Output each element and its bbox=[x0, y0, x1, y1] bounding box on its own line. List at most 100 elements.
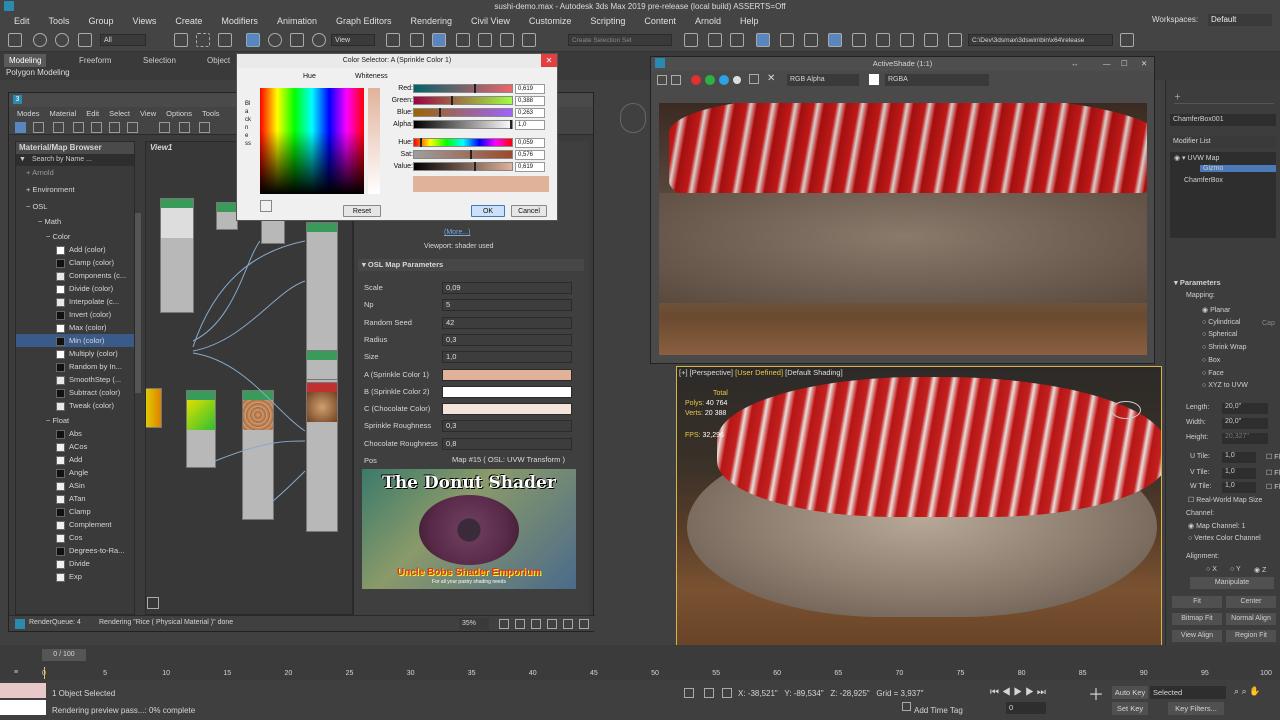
viewport-label[interactable]: [+] [Perspective] [User Defined] [Defaul… bbox=[679, 368, 843, 377]
lock-icon[interactable] bbox=[704, 688, 714, 698]
create-tab-icon[interactable]: ＋ bbox=[1174, 94, 1181, 101]
zoom-icon[interactable] bbox=[499, 619, 509, 629]
list-item[interactable]: Divide (color) bbox=[16, 282, 134, 295]
placement-icon[interactable] bbox=[312, 33, 326, 47]
set-key-icon[interactable]: ＋ bbox=[1088, 688, 1104, 704]
param-spinner[interactable]: 0,8 bbox=[442, 437, 572, 450]
undo-icon[interactable] bbox=[8, 33, 22, 47]
list-item[interactable]: SmoothStep (... bbox=[16, 373, 134, 386]
selection-filter-dropdown[interactable]: All bbox=[100, 34, 146, 46]
set-key-button[interactable]: Set Key bbox=[1112, 702, 1148, 715]
minimize-icon[interactable]: — bbox=[1103, 57, 1111, 71]
rotate-icon[interactable] bbox=[268, 33, 282, 47]
list-item[interactable]: ATan bbox=[16, 492, 134, 505]
absolute-mode-icon[interactable] bbox=[722, 688, 732, 698]
select-tool-icon[interactable] bbox=[15, 122, 26, 133]
mapping-radio[interactable]: ○ Cylindrical bbox=[1202, 319, 1240, 326]
activeshade-icon[interactable] bbox=[924, 33, 938, 47]
more-link[interactable]: (More...) bbox=[444, 229, 470, 236]
maxscript-listener[interactable] bbox=[0, 683, 46, 698]
tab-object[interactable]: Object bbox=[202, 54, 235, 67]
tab-freeform[interactable]: Freeform bbox=[74, 54, 116, 67]
save-image-icon[interactable] bbox=[657, 75, 667, 85]
list-item[interactable]: Divide bbox=[16, 557, 134, 570]
list-item[interactable]: Cos bbox=[16, 531, 134, 544]
list-item[interactable]: Multiply (color) bbox=[16, 347, 134, 360]
list-item[interactable]: Max (color) bbox=[16, 321, 134, 334]
slider-handle[interactable] bbox=[510, 120, 512, 129]
a360-icon[interactable] bbox=[948, 33, 962, 47]
height-spinner[interactable]: 20,327" bbox=[1222, 433, 1268, 444]
viewport-user-defined[interactable]: [User Defined] bbox=[735, 368, 783, 377]
mapping-radio[interactable]: ○ Shrink Wrap bbox=[1202, 344, 1247, 351]
bitmap-fit-button[interactable]: Bitmap Fit bbox=[1172, 613, 1222, 625]
assign-material-icon[interactable] bbox=[73, 122, 84, 133]
perspective-viewport[interactable] bbox=[676, 366, 1162, 646]
channel-dropdown[interactable]: RGB Alpha bbox=[787, 74, 859, 86]
slate-menu-tools[interactable]: Tools bbox=[202, 107, 220, 120]
mapping-radio[interactable]: ◉ Planar bbox=[1202, 306, 1230, 314]
channel-value-spinner[interactable]: 0,619 bbox=[515, 162, 545, 172]
slider-handle[interactable] bbox=[438, 108, 441, 117]
list-item[interactable]: ACos bbox=[16, 440, 134, 453]
add-time-tag[interactable]: Add Time Tag bbox=[914, 706, 963, 715]
render-iterative-icon[interactable] bbox=[900, 33, 914, 47]
group-environment[interactable]: + Environment bbox=[16, 183, 134, 196]
menu-help[interactable]: Help bbox=[740, 16, 759, 26]
channel-value-spinner[interactable]: 0,388 bbox=[515, 96, 545, 106]
param-spinner[interactable]: 42 bbox=[442, 316, 572, 329]
hue-blackness-picker[interactable] bbox=[260, 88, 364, 194]
pivot-icon[interactable] bbox=[386, 33, 400, 47]
move-children-icon[interactable] bbox=[109, 122, 120, 133]
pick-material-icon[interactable] bbox=[33, 122, 44, 133]
bind-spacewarp-icon[interactable] bbox=[78, 33, 92, 47]
project-folder-icon[interactable] bbox=[1120, 33, 1134, 47]
slate-menu-edit[interactable]: Edit bbox=[86, 107, 99, 120]
auto-key-button[interactable]: Auto Key bbox=[1112, 686, 1148, 699]
isolate-icon[interactable] bbox=[684, 688, 694, 698]
list-item[interactable]: Add bbox=[16, 453, 134, 466]
toggle-ribbon-icon[interactable] bbox=[730, 33, 744, 47]
list-item[interactable]: Angle bbox=[16, 466, 134, 479]
width-spinner[interactable]: 20,0" bbox=[1222, 418, 1268, 429]
menu-rendering[interactable]: Rendering bbox=[411, 16, 453, 26]
menu-group[interactable]: Group bbox=[89, 16, 114, 26]
menu-scripting[interactable]: Scripting bbox=[590, 16, 625, 26]
zoom-icon[interactable]: ⌕ bbox=[1234, 686, 1239, 696]
viewcube-icon[interactable] bbox=[1111, 401, 1141, 419]
group-osl[interactable]: − OSL bbox=[16, 200, 134, 213]
manipulate-button[interactable]: Manipulate bbox=[1190, 577, 1274, 589]
reference-coord-dropdown[interactable]: View bbox=[331, 34, 375, 46]
background-icon[interactable] bbox=[179, 122, 190, 133]
workspaces-dropdown[interactable]: Default bbox=[1208, 14, 1272, 26]
list-item[interactable]: Clamp (color) bbox=[16, 256, 134, 269]
red-channel-icon[interactable] bbox=[691, 75, 701, 85]
activeshade-render[interactable] bbox=[659, 103, 1147, 355]
track-bar-toggle[interactable]: ≡ bbox=[14, 669, 18, 676]
viewport-plus-menu[interactable]: [+] bbox=[679, 368, 688, 377]
flip-checkbox[interactable]: ☐ Flip bbox=[1266, 483, 1280, 491]
vtile-spinner[interactable]: 1,0 bbox=[1222, 468, 1256, 479]
tab-modeling[interactable]: Modeling bbox=[4, 54, 47, 67]
slate-menu-modes[interactable]: Modes bbox=[17, 107, 40, 120]
percent-snap-icon[interactable] bbox=[500, 33, 514, 47]
channel-slider[interactable] bbox=[413, 84, 513, 93]
list-item[interactable]: Tweak (color) bbox=[16, 399, 134, 412]
parameters-rollout[interactable]: ▾ Parameters bbox=[1174, 278, 1221, 287]
hide-unused-icon[interactable] bbox=[127, 122, 138, 133]
render-setup-icon[interactable] bbox=[828, 33, 842, 47]
slider-handle[interactable] bbox=[473, 84, 476, 93]
pan-icon[interactable] bbox=[147, 597, 159, 609]
slate-menu-view[interactable]: View bbox=[140, 107, 156, 120]
slider-handle[interactable] bbox=[469, 150, 472, 159]
z-coordinate[interactable]: -28,925" bbox=[840, 689, 870, 698]
go-to-end-icon[interactable]: ⏭ bbox=[1037, 687, 1046, 698]
modifier-list-dropdown[interactable]: Modifier List bbox=[1170, 136, 1276, 148]
group-float[interactable]: − Float bbox=[16, 414, 134, 427]
list-item[interactable]: Interpolate (c... bbox=[16, 295, 134, 308]
color-swatch[interactable] bbox=[442, 403, 572, 416]
rollout-osl-params[interactable]: ▾ OSL Map Parameters bbox=[358, 259, 584, 271]
resize-icon[interactable]: ↔ bbox=[1071, 57, 1079, 71]
zoom-extents-icon[interactable] bbox=[531, 619, 541, 629]
menu-content[interactable]: Content bbox=[644, 16, 676, 26]
